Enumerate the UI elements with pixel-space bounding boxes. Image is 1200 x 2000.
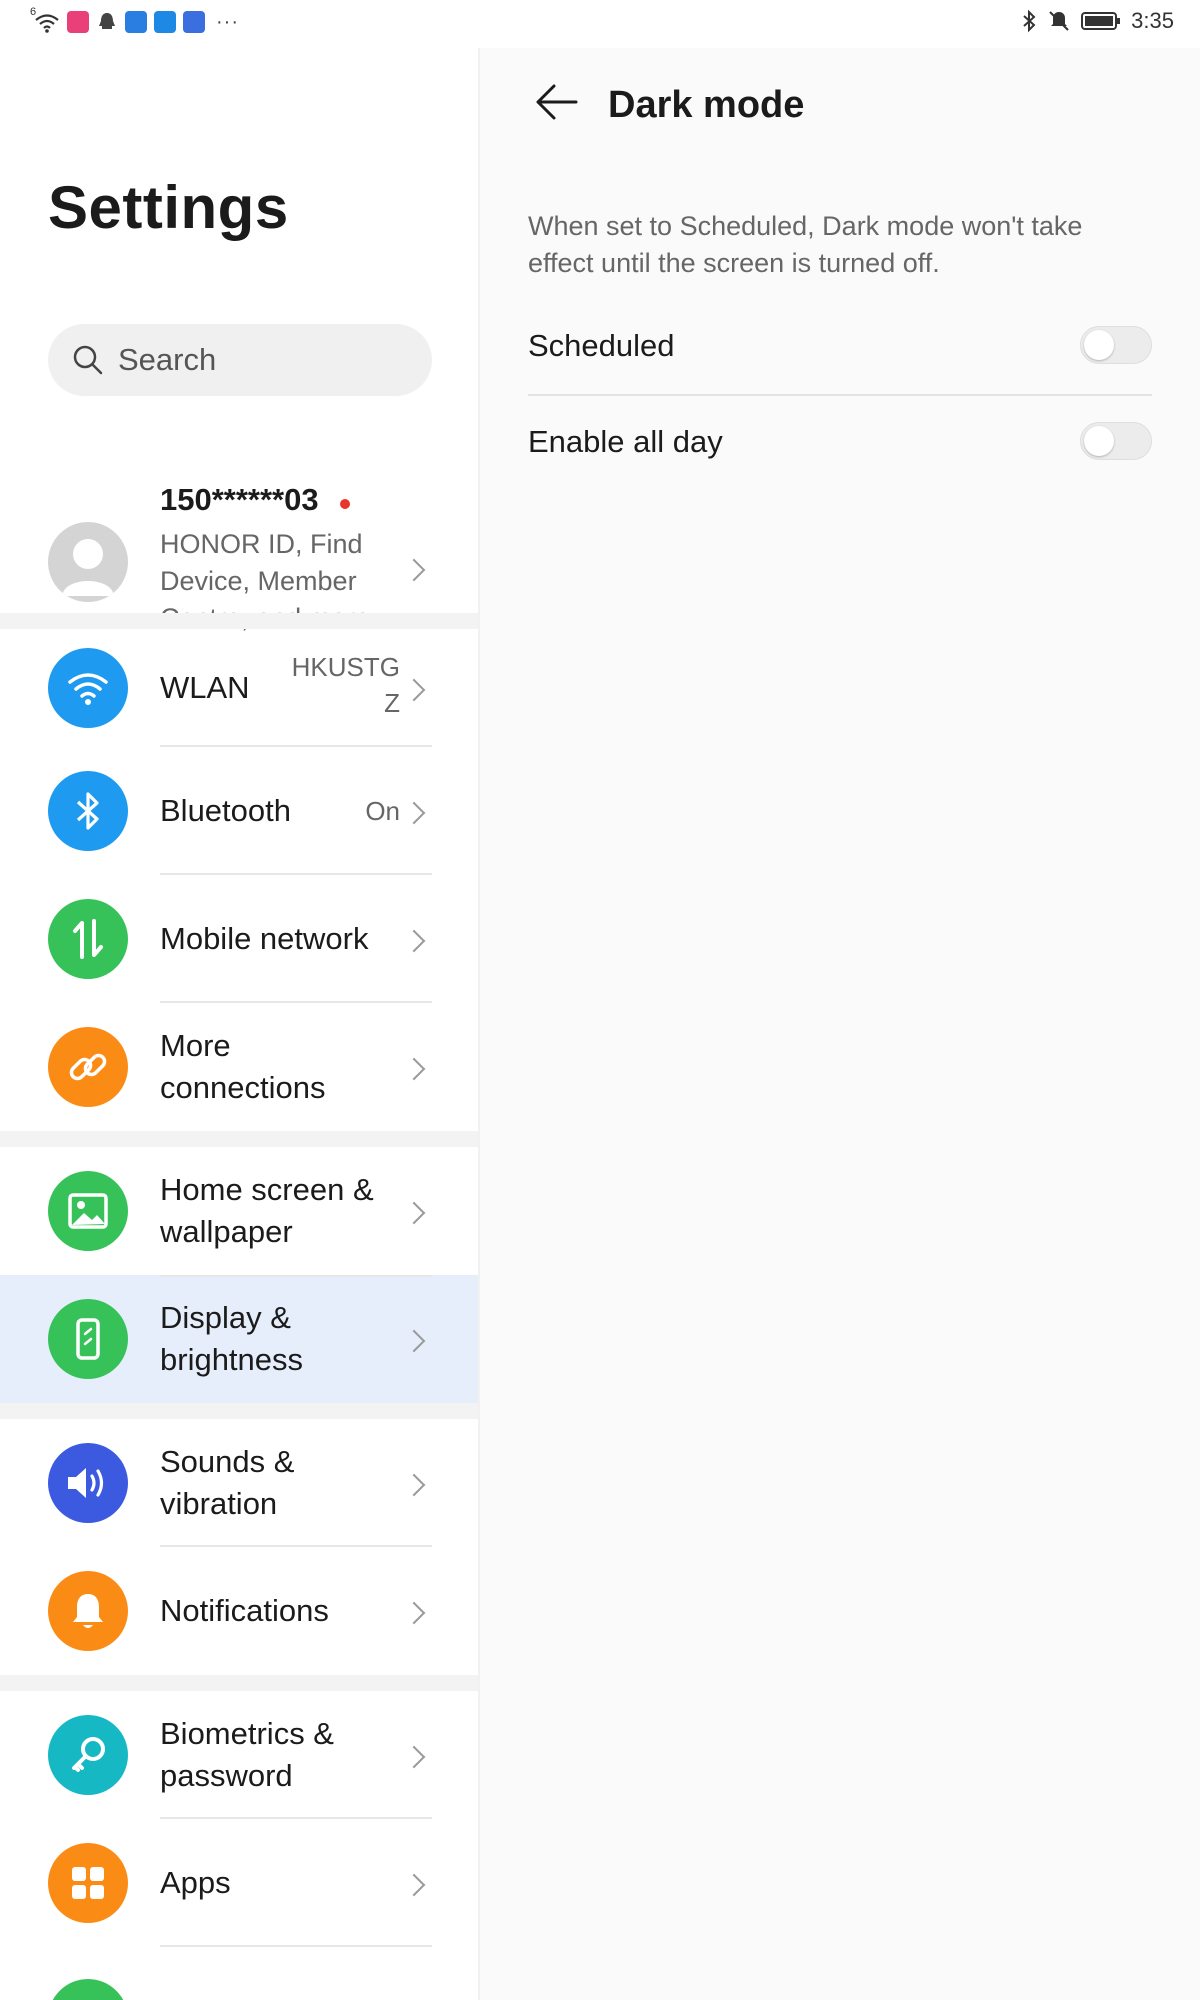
settings-item-mobile-network[interactable]: Mobile network xyxy=(0,875,478,1003)
status-bar-left: 6 ··· xyxy=(30,6,239,34)
settings-pane: Settings Search 150******03 HONOR ID, Fi… xyxy=(0,48,478,2000)
bell-icon xyxy=(48,1571,128,1651)
bluetooth-icon xyxy=(1023,9,1036,33)
settings-item-apps[interactable]: Apps xyxy=(0,1819,478,1947)
toggle-knob xyxy=(1084,330,1114,360)
scheduled-toggle[interactable] xyxy=(1080,326,1152,364)
chevron-right-icon xyxy=(402,678,426,702)
search-icon xyxy=(73,345,103,375)
option-scheduled[interactable]: Scheduled xyxy=(528,318,1152,378)
bluetooth-icon xyxy=(48,771,128,851)
option-enable-all-day[interactable]: Enable all day xyxy=(528,414,1152,474)
settings-item-home-screen[interactable]: Home screen & wallpaper xyxy=(0,1147,478,1275)
chevron-right-icon xyxy=(402,1201,426,1225)
status-bar-right: 3:35 xyxy=(1021,8,1174,34)
apps-icon xyxy=(48,1843,128,1923)
settings-item-label: Notifications xyxy=(160,1593,329,1628)
signal-icon: 6 xyxy=(30,6,60,34)
search-bar[interactable]: Search xyxy=(48,324,432,396)
divider xyxy=(528,394,1152,396)
settings-item-label: Mobile network xyxy=(160,921,369,956)
divider xyxy=(160,1275,432,1277)
wifi-icon xyxy=(48,648,128,728)
settings-item-label: Sounds & vibration xyxy=(160,1444,295,1521)
settings-item-label: WLAN xyxy=(160,670,250,705)
key-icon xyxy=(48,1715,128,1795)
page-title: Dark mode xyxy=(608,84,805,126)
enable-all-day-toggle[interactable] xyxy=(1080,422,1152,460)
section-gap xyxy=(0,1131,478,1147)
section-gap xyxy=(0,613,478,629)
chevron-right-icon xyxy=(402,1057,426,1081)
app-blue2-icon xyxy=(183,11,205,33)
chevron-right-icon xyxy=(402,929,426,953)
settings-item-more-connections[interactable]: More connections xyxy=(0,1003,478,1131)
more-notifications-icon: ··· xyxy=(216,10,239,33)
settings-item-label: More connections xyxy=(160,1028,326,1105)
description: When set to Scheduled, Dark mode won't t… xyxy=(528,211,1083,278)
mobile-data-icon xyxy=(48,899,128,979)
qq-icon xyxy=(99,13,115,29)
settings-item-sounds[interactable]: Sounds & vibration xyxy=(0,1419,478,1547)
settings-item-value: HKUSTG Z xyxy=(291,652,400,718)
clock: 3:35 xyxy=(1131,8,1174,33)
section-gap xyxy=(0,1403,478,1419)
status-bar: 6 ··· 3:35 xyxy=(0,0,1200,48)
settings-item-wlan[interactable]: WLAN HKUSTG Z xyxy=(0,629,478,747)
section-gap xyxy=(0,1675,478,1691)
chevron-right-icon xyxy=(402,801,426,825)
app-icon xyxy=(48,1979,128,2000)
dark-mode-pane: Dark mode When set to Scheduled, Dark mo… xyxy=(480,48,1200,2000)
option-label: Enable all day xyxy=(528,424,723,459)
option-label: Scheduled xyxy=(528,328,675,363)
settings-item-biometrics[interactable]: Biometrics & password xyxy=(0,1691,478,1819)
cloud-icon xyxy=(154,11,176,33)
speaker-icon xyxy=(48,1443,128,1523)
notification-dot xyxy=(340,499,350,509)
toggle-knob xyxy=(1084,426,1114,456)
settings-item-label: Apps xyxy=(160,1865,231,1900)
display-icon xyxy=(48,1299,128,1379)
chevron-right-icon xyxy=(402,1329,426,1353)
wifi-icon xyxy=(35,14,59,33)
battery-icon xyxy=(1081,12,1121,30)
link-icon xyxy=(48,1027,128,1107)
settings-item-partial[interactable] xyxy=(0,1947,478,2000)
settings-item-bluetooth[interactable]: Bluetooth On xyxy=(0,747,478,875)
chevron-right-icon xyxy=(402,1745,426,1769)
settings-item-value: On xyxy=(365,796,400,826)
chevron-right-icon xyxy=(402,1601,426,1625)
mute-icon xyxy=(1049,11,1069,31)
back-arrow-icon[interactable] xyxy=(532,78,580,126)
avatar xyxy=(48,522,128,602)
chevron-right-icon xyxy=(402,558,426,582)
settings-item-label: Bluetooth xyxy=(160,793,291,828)
account-name: 150******03 xyxy=(160,482,319,517)
settings-item-label: Display & brightness xyxy=(160,1300,304,1377)
chevron-right-icon xyxy=(402,1873,426,1897)
app-pink-icon xyxy=(67,11,89,33)
chevron-right-icon xyxy=(402,1473,426,1497)
search-placeholder: Search xyxy=(118,342,217,377)
settings-item-display[interactable]: Display & brightness xyxy=(0,1275,478,1403)
app-blue-icon xyxy=(125,11,147,33)
image-icon xyxy=(48,1171,128,1251)
page-title: Settings xyxy=(48,174,289,241)
settings-item-label: Home screen & wallpaper xyxy=(160,1172,374,1249)
settings-item-label: Biometrics & password xyxy=(160,1716,334,1793)
settings-item-notifications[interactable]: Notifications xyxy=(0,1547,478,1675)
